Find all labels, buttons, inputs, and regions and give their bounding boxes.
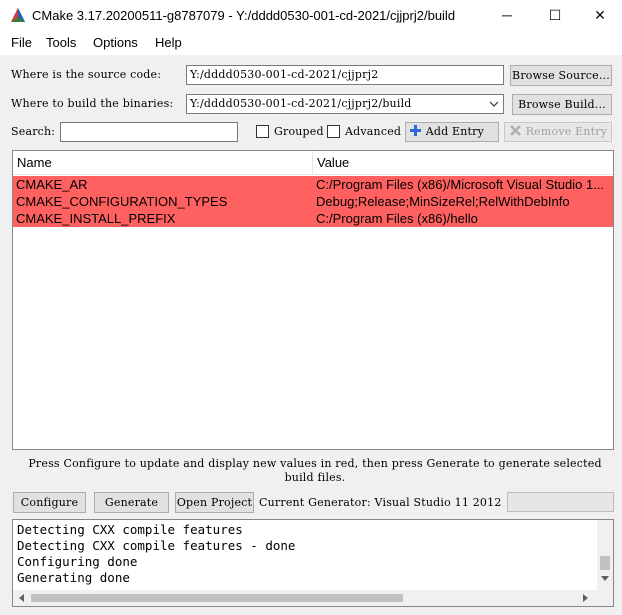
add-entry-label: Add Entry: [425, 125, 485, 138]
source-label: Where is the source code:: [11, 68, 162, 81]
table-row[interactable]: CMAKE_AR C:/Program Files (x86)/Microsof…: [13, 176, 613, 193]
log-line: Configuring done: [17, 554, 138, 569]
build-path-combobox[interactable]: Y:/dddd0530-001-cd-2021/cjjprj2/build: [186, 94, 504, 114]
browse-source-button[interactable]: Browse Source...: [510, 65, 612, 86]
chevron-down-icon[interactable]: [489, 101, 499, 107]
remove-entry-label: Remove Entry: [525, 125, 608, 138]
hint-line-2: build files.: [284, 471, 346, 484]
build-label: Where to build the binaries:: [11, 97, 174, 110]
table-row[interactable]: CMAKE_CONFIGURATION_TYPES Debug;Release;…: [13, 193, 613, 210]
output-log[interactable]: Detecting CXX compile features Detecting…: [12, 519, 614, 607]
build-path-value: Y:/dddd0530-001-cd-2021/cjjprj2/build: [190, 97, 412, 110]
current-generator-text: Current Generator: Visual Studio 11 2012: [259, 496, 502, 509]
generate-button[interactable]: Generate: [94, 492, 169, 513]
remove-entry-button[interactable]: Remove Entry: [504, 122, 612, 142]
menu-bar: File Tools Options Help: [0, 31, 622, 55]
open-project-button[interactable]: Open Project: [175, 492, 254, 513]
horizontal-scrollbar[interactable]: [13, 590, 613, 606]
advanced-checkbox[interactable]: [327, 125, 340, 138]
search-input[interactable]: [60, 122, 238, 142]
entry-name: CMAKE_CONFIGURATION_TYPES: [16, 194, 228, 209]
source-path-field[interactable]: Y:/dddd0530-001-cd-2021/cjjprj2: [186, 65, 504, 85]
entry-value: C:/Program Files (x86)/hello: [316, 211, 478, 226]
cmake-logo-icon: [11, 8, 25, 22]
progress-bar: [507, 492, 614, 512]
minimize-button[interactable]: ─: [484, 0, 530, 31]
title-bar: CMake 3.17.20200511-g8787079 - Y:/dddd05…: [0, 0, 622, 31]
entry-name: CMAKE_INSTALL_PREFIX: [16, 211, 176, 226]
menu-help[interactable]: Help: [155, 35, 182, 50]
entry-value: C:/Program Files (x86)/Microsoft Visual …: [316, 177, 605, 192]
log-line: Generating done: [17, 570, 130, 585]
log-line: Detecting CXX compile features: [17, 522, 243, 537]
hint-line-1: Press Configure to update and display ne…: [28, 457, 602, 470]
scroll-right-icon[interactable]: [583, 594, 589, 602]
scroll-left-icon[interactable]: [19, 594, 25, 602]
maximize-button[interactable]: ☐: [532, 0, 578, 31]
plus-icon: [410, 125, 421, 136]
menu-tools[interactable]: Tools: [46, 35, 76, 50]
grouped-label: Grouped: [274, 125, 324, 138]
advanced-label: Advanced: [345, 125, 402, 138]
table-row[interactable]: CMAKE_INSTALL_PREFIX C:/Program Files (x…: [13, 210, 613, 227]
vertical-scrollbar[interactable]: [597, 520, 613, 590]
configure-button[interactable]: Configure: [13, 492, 86, 513]
x-icon: [510, 125, 521, 136]
add-entry-button[interactable]: Add Entry: [405, 122, 499, 142]
column-header-value[interactable]: Value: [313, 151, 613, 175]
scrollbar-thumb[interactable]: [31, 594, 403, 602]
menu-file[interactable]: File: [11, 35, 32, 50]
entry-name: CMAKE_AR: [16, 177, 88, 192]
close-button[interactable]: ✕: [577, 0, 622, 31]
entry-value: Debug;Release;MinSizeRel;RelWithDebInfo: [316, 194, 570, 209]
log-line: Detecting CXX compile features - done: [17, 538, 296, 553]
scrollbar-thumb[interactable]: [600, 556, 610, 570]
search-label: Search:: [11, 125, 56, 138]
window-title: CMake 3.17.20200511-g8787079 - Y:/dddd05…: [32, 8, 456, 23]
menu-options[interactable]: Options: [93, 35, 138, 50]
scroll-down-icon[interactable]: [601, 576, 609, 582]
grouped-checkbox[interactable]: [256, 125, 269, 138]
cache-table[interactable]: Name Value CMAKE_AR C:/Program Files (x8…: [12, 150, 614, 450]
browse-build-button[interactable]: Browse Build...: [512, 94, 612, 115]
hint-text: Press Configure to update and display ne…: [20, 457, 610, 485]
column-header-name[interactable]: Name: [13, 151, 313, 175]
